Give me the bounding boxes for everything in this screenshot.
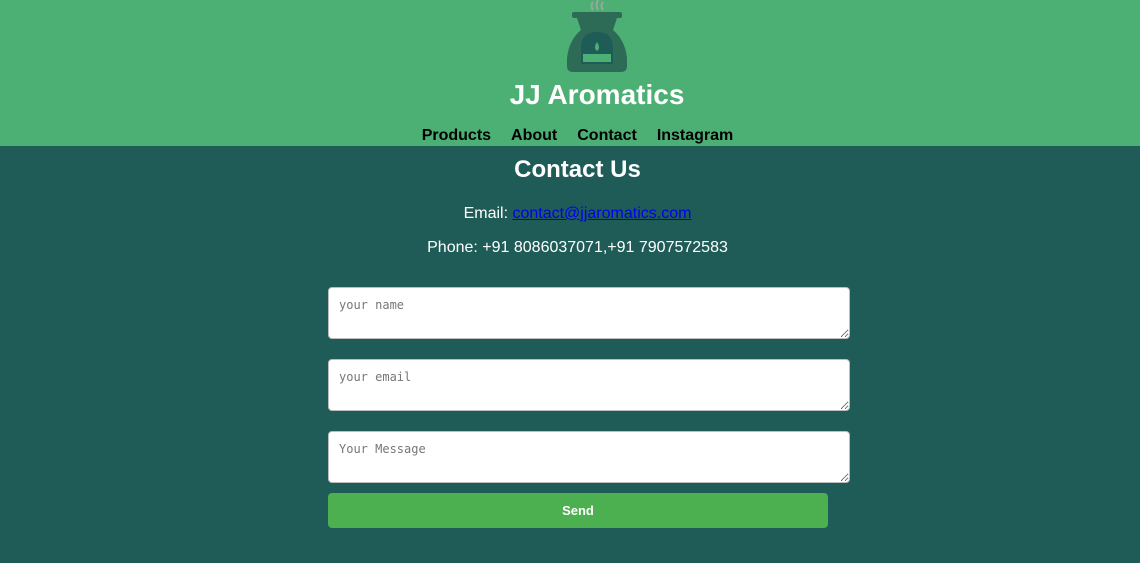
nav-contact[interactable]: Contact (577, 126, 637, 146)
email-label: Email: (463, 205, 513, 222)
nav-about[interactable]: About (511, 126, 557, 146)
nav-instagram[interactable]: Instagram (657, 126, 733, 146)
name-field[interactable] (328, 287, 850, 339)
send-button[interactable]: Send (328, 493, 828, 528)
email-line: Email: contact@jjaromatics.com (0, 204, 1140, 224)
phone-number: +91 8086037071,+91 7907572583 (482, 239, 728, 256)
oil-burner-icon (567, 0, 627, 72)
main-nav: Products About Contact Instagram (0, 126, 1140, 146)
email-link[interactable]: contact@jjaromatics.com (512, 205, 691, 222)
phone-label: Phone: (427, 239, 483, 256)
message-field[interactable] (328, 431, 850, 483)
email-field[interactable] (328, 359, 850, 411)
contact-title: Contact Us (514, 156, 641, 183)
phone-line: Phone: +91 8086037071,+91 7907572583 (0, 238, 1140, 258)
nav-products[interactable]: Products (422, 126, 491, 146)
site-title: JJ Aromatics (509, 79, 685, 110)
site-header: JJ Aromatics (0, 0, 1140, 146)
